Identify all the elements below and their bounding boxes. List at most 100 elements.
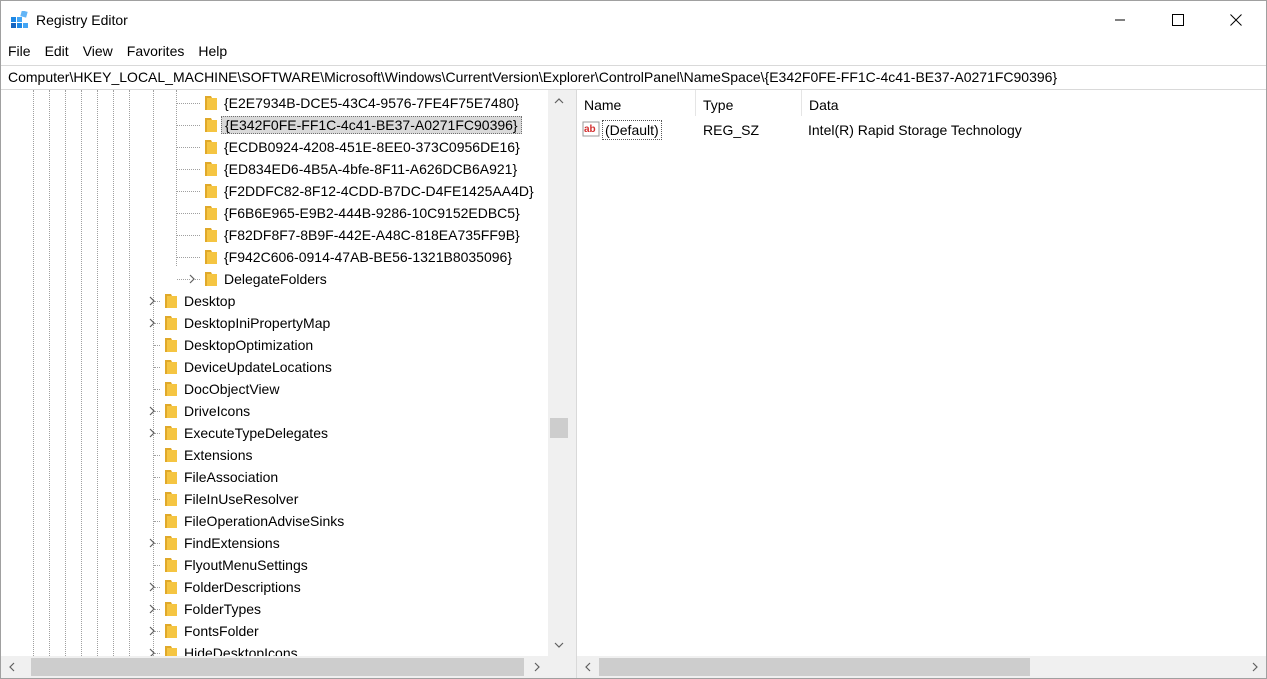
tree-item[interactable]: DesktopOptimization [1, 334, 548, 356]
menu-favorites[interactable]: Favorites [120, 39, 192, 63]
scroll-up-button[interactable] [548, 90, 570, 112]
tree-item[interactable]: {F942C606-0914-47AB-BE56-1321B8035096} [1, 246, 548, 268]
tree-item[interactable]: {F6B6E965-E9B2-444B-9286-10C9152EDBC5} [1, 202, 548, 224]
tree-item[interactable]: ExecuteTypeDelegates [1, 422, 548, 444]
value-row[interactable]: ab (Default) REG_SZ Intel(R) Rapid Stora… [577, 119, 1266, 141]
tree-item-label[interactable]: {F2DDFC82-8F12-4CDD-B7DC-D4FE1425AA4D} [221, 182, 537, 200]
folder-icon [165, 426, 177, 440]
address-bar[interactable]: Computer\HKEY_LOCAL_MACHINE\SOFTWARE\Mic… [1, 65, 1266, 90]
tree-item[interactable]: DesktopIniPropertyMap [1, 312, 548, 334]
tree-item-label[interactable]: DeviceUpdateLocations [181, 358, 335, 376]
tree-item[interactable]: FolderDescriptions [1, 576, 548, 598]
tree-item-label[interactable]: ExecuteTypeDelegates [181, 424, 331, 442]
tree-item[interactable]: DelegateFolders [1, 268, 548, 290]
tree-item[interactable]: {ED834ED6-4B5A-4bfe-8F11-A626DCB6A921} [1, 158, 548, 180]
chevron-right-icon[interactable] [147, 647, 157, 656]
address-path[interactable]: Computer\HKEY_LOCAL_MACHINE\SOFTWARE\Mic… [8, 69, 1057, 85]
tree-item[interactable]: DocObjectView [1, 378, 548, 400]
tree-vertical-scrollbar[interactable] [548, 90, 570, 656]
menu-help[interactable]: Help [191, 39, 234, 63]
maximize-button[interactable] [1149, 1, 1207, 39]
tree-item[interactable]: DriveIcons [1, 400, 548, 422]
chevron-right-icon[interactable] [147, 295, 157, 307]
tree-item-label[interactable]: FindExtensions [181, 534, 283, 552]
scroll-thumb[interactable] [31, 658, 524, 676]
scroll-right-button[interactable] [1244, 656, 1266, 678]
tree-item[interactable]: DeviceUpdateLocations [1, 356, 548, 378]
tree-item[interactable]: FindExtensions [1, 532, 548, 554]
tree-item[interactable]: FileOperationAdviseSinks [1, 510, 548, 532]
tree-item-label[interactable]: {E342F0FE-FF1C-4c41-BE37-A0271FC90396} [221, 116, 522, 134]
scroll-thumb[interactable] [550, 418, 568, 438]
chevron-right-icon[interactable] [147, 427, 157, 439]
chevron-right-icon[interactable] [147, 317, 157, 329]
title-bar[interactable]: Registry Editor [1, 1, 1266, 39]
tree-item[interactable]: Extensions [1, 444, 548, 466]
scroll-left-button[interactable] [1, 656, 23, 678]
menu-view[interactable]: View [76, 39, 120, 63]
value-name[interactable]: (Default) [602, 120, 662, 140]
tree-item-label[interactable]: {E2E7934B-DCE5-43C4-9576-7FE4F75E7480} [221, 94, 522, 112]
tree-item-label[interactable]: DriveIcons [181, 402, 253, 420]
chevron-right-icon[interactable] [147, 603, 157, 615]
folder-icon [165, 448, 177, 462]
tree-item-label[interactable]: {F942C606-0914-47AB-BE56-1321B8035096} [221, 248, 515, 266]
tree-item-label[interactable]: {F82DF8F7-8B9F-442E-A48C-818EA735FF9B} [221, 226, 523, 244]
tree-item[interactable]: {ECDB0924-4208-451E-8EE0-373C0956DE16} [1, 136, 548, 158]
tree-item[interactable]: Desktop [1, 290, 548, 312]
menu-file[interactable]: File [1, 39, 38, 63]
tree-item[interactable]: {E2E7934B-DCE5-43C4-9576-7FE4F75E7480} [1, 92, 548, 114]
column-header-data[interactable]: Data [802, 90, 1266, 116]
tree-item[interactable]: {F2DDFC82-8F12-4CDD-B7DC-D4FE1425AA4D} [1, 180, 548, 202]
tree-item[interactable]: FlyoutMenuSettings [1, 554, 548, 576]
tree-item[interactable]: FileInUseResolver [1, 488, 548, 510]
window-title: Registry Editor [36, 12, 128, 28]
tree-item-label[interactable]: FolderTypes [181, 600, 264, 618]
scroll-down-button[interactable] [548, 634, 570, 656]
tree-item[interactable]: FileAssociation [1, 466, 548, 488]
tree-item-label[interactable]: {ECDB0924-4208-451E-8EE0-373C0956DE16} [221, 138, 523, 156]
tree-item-label[interactable]: HideDesktopIcons [181, 644, 301, 656]
tree-item-label[interactable]: FlyoutMenuSettings [181, 556, 311, 574]
column-header-type[interactable]: Type [696, 90, 802, 116]
tree-item-label[interactable]: DesktopOptimization [181, 336, 316, 354]
menu-edit[interactable]: Edit [38, 39, 76, 63]
tree-connector [154, 389, 160, 390]
tree-item[interactable]: FontsFolder [1, 620, 548, 642]
minimize-button[interactable] [1091, 1, 1149, 39]
tree-item[interactable]: FolderTypes [1, 598, 548, 620]
tree-item-label[interactable]: DelegateFolders [221, 270, 330, 288]
tree-item-label[interactable]: {ED834ED6-4B5A-4bfe-8F11-A626DCB6A921} [221, 160, 520, 178]
pane-splitter[interactable] [570, 90, 577, 678]
scroll-thumb[interactable] [599, 658, 1030, 676]
column-header-name[interactable]: Name [577, 90, 696, 116]
folder-icon [205, 118, 217, 132]
tree-item-label[interactable]: FileInUseResolver [181, 490, 301, 508]
folder-icon [205, 250, 217, 264]
tree-item-label[interactable]: FileOperationAdviseSinks [181, 512, 347, 530]
tree-item[interactable]: {F82DF8F7-8B9F-442E-A48C-818EA735FF9B} [1, 224, 548, 246]
tree-item-label[interactable]: {F6B6E965-E9B2-444B-9286-10C9152EDBC5} [221, 204, 523, 222]
tree-item-label[interactable]: FolderDescriptions [181, 578, 304, 596]
tree-item-label[interactable]: DocObjectView [181, 380, 282, 398]
tree-horizontal-scrollbar[interactable] [1, 656, 548, 678]
values-horizontal-scrollbar[interactable] [577, 656, 1266, 678]
tree-connector [177, 147, 200, 148]
tree-item-label[interactable]: Extensions [181, 446, 255, 464]
folder-icon [165, 558, 177, 572]
close-button[interactable] [1207, 1, 1265, 39]
scroll-left-button[interactable] [577, 656, 599, 678]
chevron-right-icon[interactable] [147, 625, 157, 637]
scroll-right-button[interactable] [526, 656, 548, 678]
chevron-right-icon[interactable] [187, 273, 197, 285]
tree-item[interactable]: {E342F0FE-FF1C-4c41-BE37-A0271FC90396} [1, 114, 548, 136]
tree-item-label[interactable]: DesktopIniPropertyMap [181, 314, 333, 332]
tree-item-label[interactable]: Desktop [181, 292, 238, 310]
tree-item-label[interactable]: FontsFolder [181, 622, 262, 640]
chevron-right-icon[interactable] [147, 537, 157, 549]
tree-item-label[interactable]: FileAssociation [181, 468, 281, 486]
menu-bar: File Edit View Favorites Help [1, 39, 1266, 63]
chevron-right-icon[interactable] [147, 405, 157, 417]
chevron-right-icon[interactable] [147, 581, 157, 593]
tree-item[interactable]: HideDesktopIcons [1, 642, 548, 656]
